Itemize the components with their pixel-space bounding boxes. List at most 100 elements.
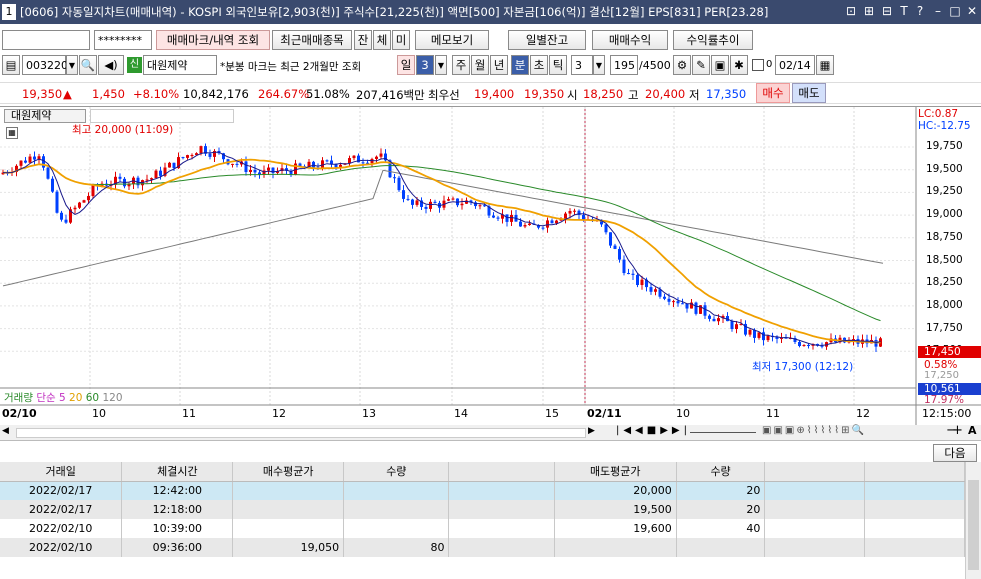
interval-dropdown-icon[interactable]: ▼ [593, 55, 605, 75]
stock-code-input[interactable]: 003220 [22, 55, 68, 75]
candle-body [447, 199, 450, 201]
table-cell: 80 [343, 538, 450, 557]
capture-icon[interactable]: ⊟ [879, 3, 895, 19]
search-icon[interactable]: 🔍 [79, 55, 97, 75]
maximize-icon[interactable]: □ [947, 3, 963, 19]
trade-history-table: 거래일 체결시간 매수평균가 수량 매도평균가 수량 2022/02/17 12:42:00… [0, 462, 981, 579]
table-scrollbar[interactable] [965, 462, 981, 579]
window-title: [0606] 자동일지차트(매매내역) - KOSPI 외국인보유[2,903(… [20, 5, 769, 19]
table-cell [448, 481, 555, 500]
quote-bar: 19,350 ▲ 1,450 +8.10% 10,842,176 264.67%… [0, 82, 981, 104]
link-icon[interactable]: ⊡ [843, 3, 859, 19]
sell-button[interactable]: 매도 [792, 83, 826, 103]
chart-stock-tab[interactable]: 대원제약 [4, 109, 86, 123]
draw-tool-icon[interactable]: ✎ [692, 55, 710, 75]
candle-body [703, 305, 707, 316]
indicator-icon[interactable]: ⚙ [673, 55, 691, 75]
candle-body [199, 146, 203, 154]
scroll-left-icon[interactable]: ◀ [2, 426, 9, 436]
period-year[interactable]: 년 [490, 55, 508, 75]
candle-body [28, 156, 32, 163]
unfilled-button[interactable]: 미 [392, 30, 410, 50]
chart-tab-empty[interactable] [90, 109, 234, 123]
period-day[interactable]: 일 [397, 55, 415, 75]
playback-controls[interactable]: |◀◀■▶▶| [616, 425, 691, 436]
trade-profit-button[interactable]: 매매수익 [592, 30, 668, 50]
candle-body [609, 232, 612, 246]
candle-body [708, 315, 711, 319]
scroll-track[interactable] [16, 428, 586, 438]
candle-body [51, 178, 54, 192]
chart-scroll-bar[interactable]: ◀ ▶ |◀◀■▶▶| ▣▣▣⊕⌇⌇⌇⌇⌇⊞🔍 − + A [0, 423, 981, 441]
table-scroll-thumb[interactable] [968, 480, 979, 570]
candle-body [730, 321, 734, 329]
account-input[interactable] [2, 30, 90, 50]
minimize-icon[interactable]: – [930, 3, 946, 19]
interval-input[interactable]: 3 [571, 55, 593, 75]
price-chart[interactable] [0, 107, 981, 425]
password-input[interactable]: ******** [94, 30, 152, 50]
help-icon[interactable]: ? [912, 3, 928, 19]
price-tick-label: 18,000 [926, 298, 963, 311]
trade-mark-query-button[interactable]: 매매마크/내역 조회 [156, 30, 270, 50]
buy-button[interactable]: 매수 [756, 83, 790, 103]
chart-area[interactable]: 대원제약 ▦ 최고 20,000 (11:09) 최저 17,300 (12:1… [0, 106, 981, 425]
next-button[interactable]: 다음 [933, 444, 977, 462]
candle-body [82, 200, 86, 203]
code-dropdown-icon[interactable]: ▼ [66, 55, 78, 75]
lc-label: LC:0.87 [918, 108, 959, 120]
chart-tools-icons[interactable]: ▣▣▣⊕⌇⌇⌇⌇⌇⊞🔍 [762, 425, 866, 436]
table-row[interactable]: 2022/02/10 09:36:00 19,050 80 [0, 538, 965, 557]
period-minute[interactable]: 분 [511, 55, 529, 75]
memo-button[interactable]: 메모보기 [415, 30, 489, 50]
daily-balance-button[interactable]: 일별잔고 [508, 30, 586, 50]
fit-icon[interactable]: A [968, 424, 977, 437]
candle-body [627, 273, 630, 275]
time-tick-label: 12 [272, 407, 286, 420]
recent-trades-button[interactable]: 최근매매종목 [272, 30, 352, 50]
bar-count-input[interactable]: 195 [610, 55, 638, 75]
balance-button[interactable]: 잔 [354, 30, 372, 50]
date-checkbox[interactable] [752, 59, 764, 71]
sound-icon[interactable]: ◀) [98, 55, 124, 75]
return-trend-button[interactable]: 수익률추이 [673, 30, 753, 50]
print-icon[interactable]: ⊞ [861, 3, 877, 19]
chart-grid-icon[interactable]: ▦ [6, 127, 18, 139]
day-count-input[interactable]: 3 [416, 55, 434, 75]
filled-button[interactable]: 체 [373, 30, 391, 50]
column-header [764, 462, 866, 482]
table-cell: 12:18:00 [121, 500, 234, 519]
table-row[interactable]: 2022/02/17 12:42:00 20,000 20 [0, 481, 965, 500]
period-second[interactable]: 초 [530, 55, 548, 75]
top-toolbar: ******** 매매마크/내역 조회 최근매매종목 잔 체 미 메모보기 일별… [0, 30, 981, 52]
zoom-slider[interactable] [690, 432, 756, 433]
table-cell [864, 481, 965, 500]
calendar-icon[interactable]: ▦ [816, 55, 834, 75]
trade-amount: 207,416백만 [356, 88, 425, 102]
candle-body [663, 296, 666, 299]
table-cell [448, 519, 555, 538]
scroll-right-icon[interactable]: ▶ [588, 426, 595, 436]
settings-icon[interactable]: ✱ [730, 55, 748, 75]
table-row[interactable]: 2022/02/17 12:18:00 19,500 20 [0, 500, 965, 519]
zoom-in-icon[interactable]: + [952, 423, 963, 438]
candle-body [73, 207, 77, 210]
candle-body [807, 345, 810, 347]
period-month[interactable]: 월 [471, 55, 489, 75]
close-icon[interactable]: ✕ [964, 3, 980, 19]
table-cell [448, 500, 555, 519]
menu-icon[interactable]: ▤ [2, 55, 20, 75]
candle-body [325, 160, 329, 162]
font-size-icon[interactable]: T [896, 3, 912, 19]
period-tick[interactable]: 틱 [549, 55, 567, 75]
save-icon[interactable]: ▣ [711, 55, 729, 75]
candle-body [748, 329, 752, 335]
date-input[interactable]: 02/14 [775, 55, 815, 75]
table-cell [764, 500, 866, 519]
table-row[interactable]: 2022/02/10 10:39:00 19,600 40 [0, 519, 965, 538]
period-week[interactable]: 주 [452, 55, 470, 75]
open-price: 18,250 [583, 87, 624, 101]
stock-name-field[interactable]: 대원제약 [143, 55, 217, 75]
candle-body [717, 318, 720, 322]
day-dropdown-icon[interactable]: ▼ [435, 55, 447, 75]
